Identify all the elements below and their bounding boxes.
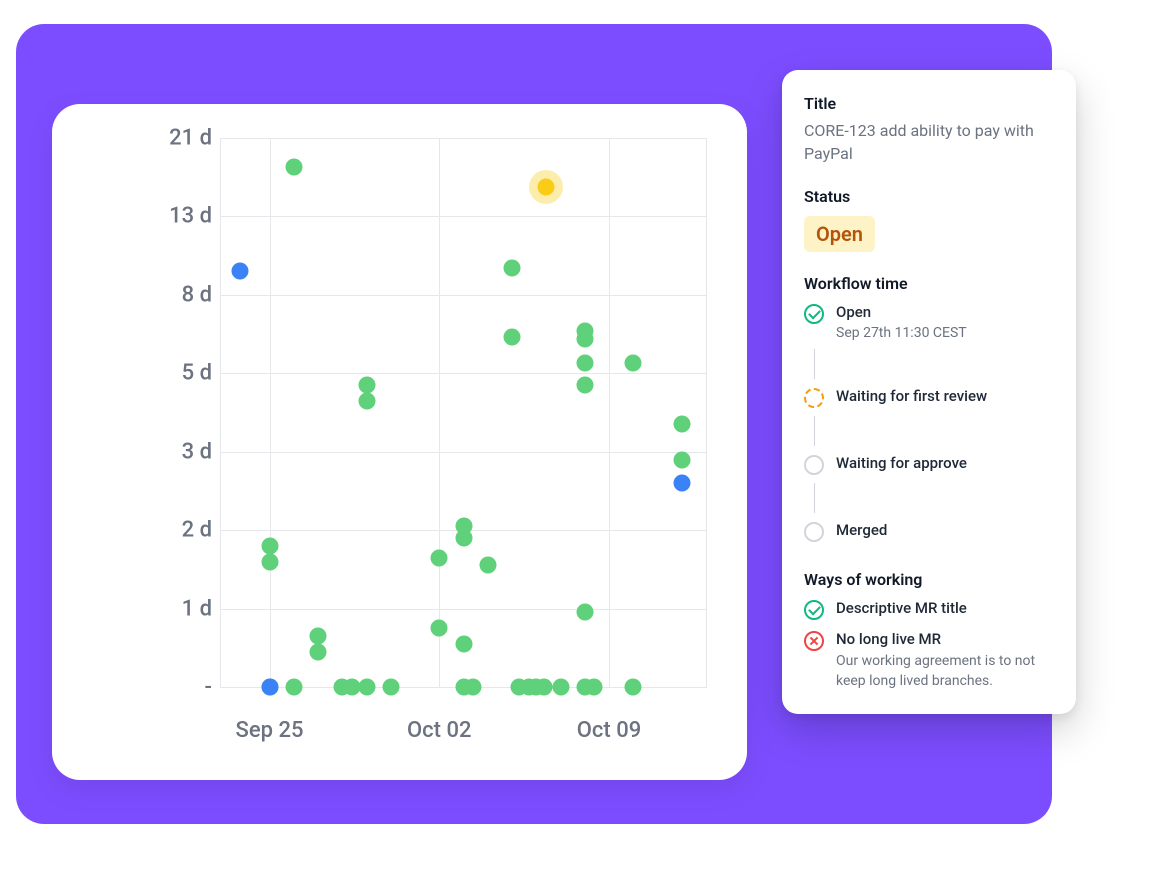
chart-gridline-v — [609, 138, 610, 688]
chart-point[interactable] — [673, 451, 690, 468]
chart-point[interactable] — [504, 260, 521, 277]
chart-point[interactable] — [465, 679, 482, 696]
chart-gridline-h — [221, 138, 706, 139]
workflow-step-label: Waiting for approve — [836, 454, 967, 472]
chart-gridline-v — [439, 138, 440, 688]
wow-item: No long live MR Our working agreement is … — [804, 630, 1054, 691]
chart-point[interactable] — [576, 604, 593, 621]
empty-circle-icon — [804, 455, 824, 475]
detail-title-label: Title — [804, 94, 1054, 113]
chart-point[interactable] — [673, 475, 690, 492]
workflow-label: Workflow time — [804, 274, 1054, 293]
chart-point[interactable] — [358, 377, 375, 394]
chart-point[interactable] — [285, 679, 302, 696]
workflow-connector — [814, 483, 815, 513]
dashed-circle-icon — [804, 388, 824, 408]
chart-point[interactable] — [535, 679, 552, 696]
detail-title-value: CORE-123 add ability to pay with PayPal — [804, 119, 1054, 165]
chart-gridline-h — [221, 216, 706, 217]
chart-point[interactable] — [576, 331, 593, 348]
chart-point[interactable] — [261, 553, 278, 570]
check-circle-icon — [804, 600, 824, 620]
workflow-section: Workflow time Open Sep 27th 11:30 CEST Wai… — [804, 274, 1054, 548]
wow-item-label: No long live MR — [836, 630, 1054, 648]
chart-y-tick: 13 d — [130, 204, 212, 229]
workflow-item: Waiting for first review — [804, 387, 1054, 454]
chart-x-tick: Oct 02 — [407, 718, 471, 743]
status-badge: Open — [804, 216, 875, 252]
chart-point[interactable] — [586, 679, 603, 696]
chart-point[interactable] — [285, 159, 302, 176]
chart-point[interactable] — [358, 392, 375, 409]
chart-point[interactable] — [504, 328, 521, 345]
chart-y-tick: 2 d — [130, 518, 212, 543]
chart-point[interactable] — [382, 679, 399, 696]
chart-x-tick: Sep 25 — [236, 718, 304, 743]
detail-title-section: Title CORE-123 add ability to pay with P… — [804, 94, 1054, 165]
chart-area: Sep 25Oct 02Oct 09 -1 d2 d3 d5 d8 d13 d2… — [130, 138, 707, 688]
chart-point[interactable] — [625, 354, 642, 371]
workflow-step-label: Open — [836, 303, 967, 321]
chart-point[interactable] — [552, 679, 569, 696]
detail-status-section: Status Open — [804, 187, 1054, 252]
workflow-item: Open Sep 27th 11:30 CEST — [804, 303, 1054, 387]
chart-point[interactable] — [261, 679, 278, 696]
workflow-list: Open Sep 27th 11:30 CEST Waiting for first… — [804, 303, 1054, 548]
chart-point[interactable] — [431, 620, 448, 637]
chart-gridline-v — [270, 138, 271, 688]
chart-point[interactable] — [479, 557, 496, 574]
chart-point[interactable] — [576, 377, 593, 394]
chart-y-tick: 8 d — [130, 282, 212, 307]
workflow-item: Merged — [804, 521, 1054, 548]
chart-point[interactable] — [310, 628, 327, 645]
chart-plot[interactable]: Sep 25Oct 02Oct 09 — [220, 138, 707, 688]
wow-section: Ways of working Descriptive MR title No l… — [804, 570, 1054, 691]
wow-list: Descriptive MR title No long live MR Our w… — [804, 599, 1054, 691]
chart-gridline-h — [221, 609, 706, 610]
chart-point[interactable] — [358, 679, 375, 696]
empty-circle-icon — [804, 522, 824, 542]
chart-gridline-h — [221, 373, 706, 374]
wow-item-label: Descriptive MR title — [836, 599, 967, 617]
workflow-step-label: Merged — [836, 521, 887, 539]
chart-y-tick: 1 d — [130, 596, 212, 621]
workflow-connector — [814, 416, 815, 446]
chart-point[interactable] — [431, 549, 448, 566]
chart-point[interactable] — [576, 354, 593, 371]
chart-point[interactable] — [232, 263, 249, 280]
wow-item: Descriptive MR title — [804, 599, 1054, 620]
chart-point[interactable] — [455, 635, 472, 652]
check-circle-icon — [804, 304, 824, 324]
chart-y-tick: 3 d — [130, 439, 212, 464]
detail-panel: Title CORE-123 add ability to pay with P… — [782, 70, 1076, 714]
wow-item-sub: Our working agreement is to not keep lon… — [836, 652, 1054, 691]
chart-point[interactable] — [261, 537, 278, 554]
workflow-item: Waiting for approve — [804, 454, 1054, 521]
workflow-step-sub: Sep 27th 11:30 CEST — [836, 325, 967, 341]
chart-point[interactable] — [455, 529, 472, 546]
chart-y-tick: 21 d — [130, 126, 212, 151]
chart-point[interactable] — [673, 416, 690, 433]
wow-label: Ways of working — [804, 570, 1054, 589]
chart-point[interactable] — [537, 179, 554, 196]
chart-card: Sep 25Oct 02Oct 09 -1 d2 d3 d5 d8 d13 d2… — [52, 104, 747, 780]
chart-y-tick: 5 d — [130, 361, 212, 386]
chart-x-tick: Oct 09 — [577, 718, 641, 743]
chart-point[interactable] — [310, 643, 327, 660]
workflow-connector — [814, 349, 815, 379]
chart-y-tick: - — [130, 675, 212, 700]
x-circle-icon — [804, 631, 824, 651]
chart-point[interactable] — [625, 679, 642, 696]
detail-status-label: Status — [804, 187, 1054, 206]
chart-gridline-h — [221, 295, 706, 296]
chart-gridline-h — [221, 452, 706, 453]
workflow-step-label: Waiting for first review — [836, 387, 987, 405]
